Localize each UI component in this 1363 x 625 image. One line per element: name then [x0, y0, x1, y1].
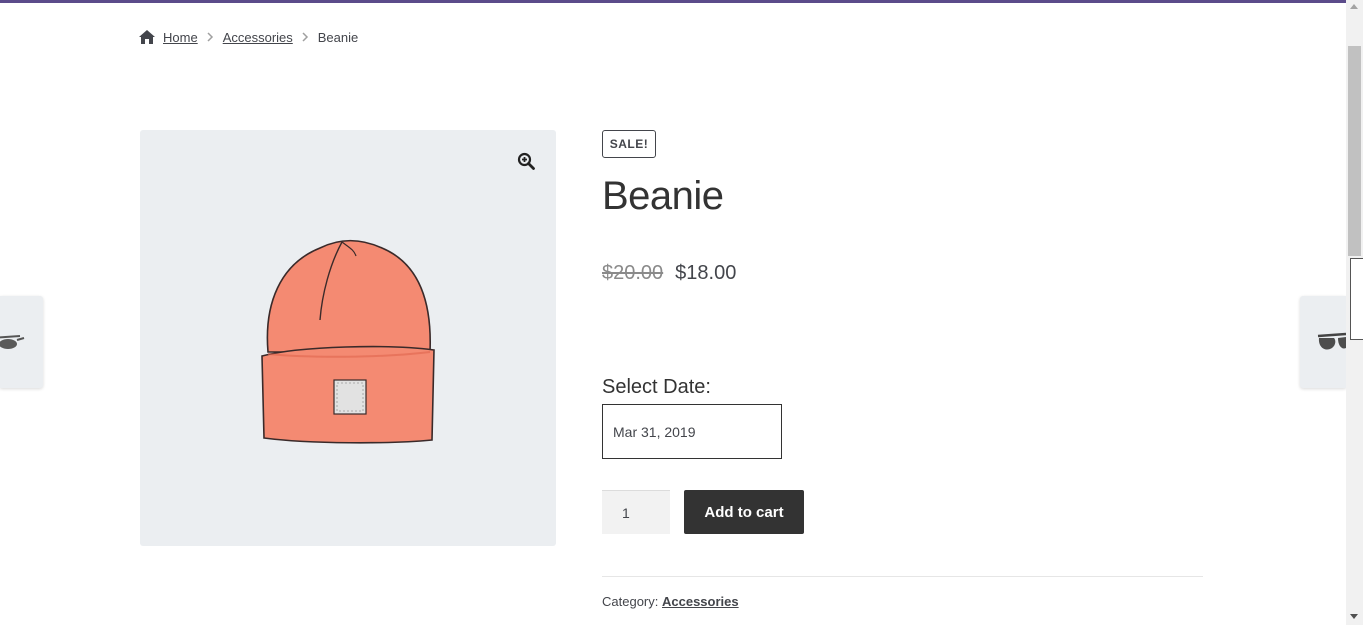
divider — [602, 576, 1203, 577]
product-image-beanie[interactable] — [260, 234, 436, 444]
side-popup-tab[interactable] — [1350, 258, 1363, 340]
add-to-cart-button[interactable]: Add to cart — [684, 490, 804, 534]
breadcrumb-home-link[interactable]: Home — [163, 30, 198, 45]
regular-price: $20.00 — [602, 262, 664, 284]
date-input[interactable] — [602, 404, 782, 459]
product-gallery — [140, 130, 556, 546]
chevron-right-icon — [207, 32, 213, 42]
category-label: Category: — [602, 594, 659, 609]
breadcrumb: Home Accessories Beanie — [139, 28, 358, 46]
breadcrumb-current: Beanie — [317, 29, 359, 45]
sale-price: $18.00 — [675, 262, 737, 284]
quantity-input[interactable] — [602, 490, 670, 534]
zoom-in-icon — [517, 152, 535, 170]
product-price: $20.00 $18.00 — [602, 262, 736, 285]
product-meta-category: Category: Accessories — [602, 594, 739, 609]
sunglasses-thumbnail — [0, 335, 25, 349]
scroll-thumb[interactable] — [1348, 46, 1361, 256]
select-date-label: Select Date: — [602, 376, 711, 398]
category-link[interactable]: Accessories — [662, 594, 739, 609]
home-icon — [139, 30, 155, 44]
next-product-link[interactable] — [1300, 296, 1346, 388]
top-accent-bar — [0, 0, 1346, 3]
sale-badge: SALE! — [602, 130, 656, 158]
scroll-up-icon[interactable] — [1350, 4, 1358, 9]
scroll-down-icon[interactable] — [1350, 614, 1358, 619]
sunglasses-thumbnail — [1317, 332, 1346, 350]
zoom-trigger[interactable] — [515, 150, 537, 172]
product-title: Beanie — [602, 174, 724, 218]
chevron-right-icon — [302, 32, 308, 42]
breadcrumb-category-link[interactable]: Accessories — [223, 30, 293, 45]
previous-product-link[interactable] — [0, 296, 43, 388]
